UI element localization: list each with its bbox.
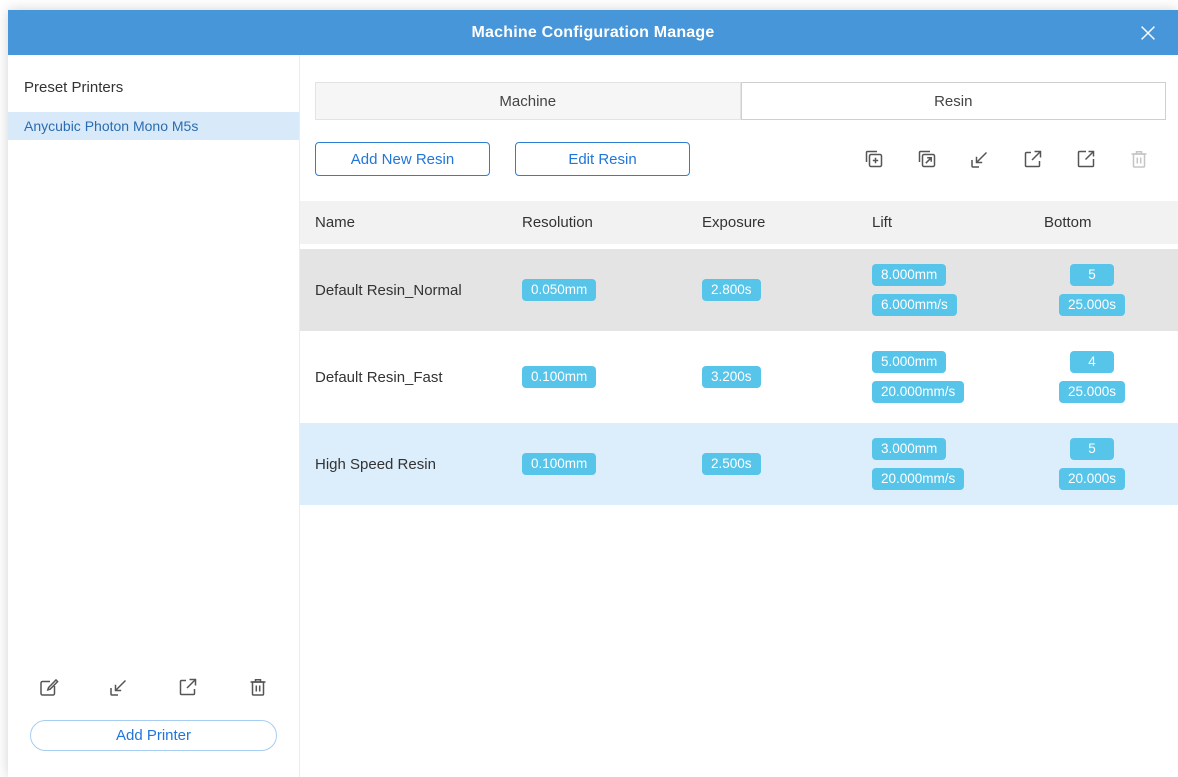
duplicate-icon: [915, 147, 939, 171]
bottom-layers-badge: 5: [1070, 264, 1114, 286]
tab-machine[interactable]: Machine: [315, 82, 741, 120]
resin-table-header: Name Resolution Exposure Lift Bottom: [300, 201, 1178, 244]
trash-icon: [1127, 147, 1151, 171]
preset-printers-heading: Preset Printers: [24, 79, 124, 96]
exposure-badge: 3.200s: [702, 366, 761, 388]
edit-printer-button[interactable]: [36, 674, 62, 700]
bottom-exposure-badge: 25.000s: [1058, 294, 1126, 316]
trash-icon: [246, 675, 270, 699]
add-printer-button[interactable]: Add Printer: [30, 720, 277, 751]
resolution-badge: 0.100mm: [522, 453, 597, 475]
col-header-resolution: Resolution: [522, 214, 593, 231]
resin-name: Default Resin_Fast: [315, 368, 443, 386]
delete-resin-button[interactable]: [1126, 146, 1152, 172]
export-printer-button[interactable]: [175, 674, 201, 700]
edit-resin-button[interactable]: Edit Resin: [515, 142, 690, 176]
resin-toolbar: [861, 146, 1152, 172]
tab-bar: Machine Resin: [315, 82, 1166, 120]
bottom-badges: 4 25.000s: [1044, 351, 1140, 403]
bottom-badges: 5 25.000s: [1044, 264, 1140, 316]
dialog-title: Machine Configuration Manage: [471, 23, 715, 41]
duplicate-resin-button[interactable]: [914, 146, 940, 172]
tab-resin[interactable]: Resin: [740, 82, 1166, 120]
delete-printer-button[interactable]: [245, 674, 271, 700]
bottom-layers-badge: 5: [1070, 438, 1114, 460]
lift-distance-badge: 5.000mm: [872, 351, 947, 373]
close-button[interactable]: [1134, 19, 1162, 47]
screen: Machine Configuration Manage Preset Prin…: [0, 0, 1178, 777]
col-header-bottom: Bottom: [1044, 214, 1092, 231]
import-icon: [107, 675, 131, 699]
share-resin-button[interactable]: [1073, 146, 1099, 172]
import-printer-button[interactable]: [106, 674, 132, 700]
bottom-badges: 5 20.000s: [1044, 438, 1140, 490]
sidebar-bottom: Add Printer: [8, 674, 299, 777]
edit-icon: [37, 675, 61, 699]
resin-name: High Speed Resin: [315, 455, 436, 473]
resin-actions-row: Add New Resin Edit Resin: [315, 142, 1152, 176]
lift-badges: 5.000mm 20.000mm/s: [872, 351, 1044, 403]
machine-config-dialog: Machine Configuration Manage Preset Prin…: [8, 10, 1178, 777]
col-header-lift: Lift: [872, 214, 893, 231]
resolution-badge: 0.100mm: [522, 366, 597, 388]
bottom-exposure-badge: 20.000s: [1058, 468, 1126, 490]
import-resin-button[interactable]: [967, 146, 993, 172]
resin-table: Name Resolution Exposure Lift Bottom Def…: [300, 196, 1178, 505]
bottom-exposure-badge: 25.000s: [1058, 381, 1126, 403]
col-header-exposure: Exposure: [702, 214, 766, 231]
lift-speed-badge: 20.000mm/s: [872, 468, 965, 490]
preset-printers-sidebar: Preset Printers Anycubic Photon Mono M5s: [8, 55, 300, 777]
lift-badges: 3.000mm 20.000mm/s: [872, 438, 1044, 490]
resin-name: Default Resin_Normal: [315, 281, 462, 299]
import-icon: [968, 147, 992, 171]
add-new-resin-button[interactable]: Add New Resin: [315, 142, 490, 176]
lift-speed-badge: 20.000mm/s: [872, 381, 965, 403]
open-external-icon: [1021, 147, 1045, 171]
share-icon: [1074, 147, 1098, 171]
lift-distance-badge: 3.000mm: [872, 438, 947, 460]
add-copy-icon: [862, 147, 886, 171]
dialog-header: Machine Configuration Manage: [8, 10, 1178, 55]
sidebar-toolbar: [30, 674, 277, 720]
exposure-badge: 2.500s: [702, 453, 761, 475]
main-panel: Machine Resin Add New Resin Edit Resin N…: [300, 55, 1178, 777]
lift-speed-badge: 6.000mm/s: [872, 294, 957, 316]
open-external-resin-button[interactable]: [1020, 146, 1046, 172]
add-copy-resin-button[interactable]: [861, 146, 887, 172]
resin-row-default-normal[interactable]: Default Resin_Normal 0.050mm 2.800s 8.00…: [300, 249, 1178, 331]
close-icon: [1137, 22, 1159, 44]
lift-distance-badge: 8.000mm: [872, 264, 947, 286]
col-header-name: Name: [315, 214, 356, 231]
dialog-body: Preset Printers Anycubic Photon Mono M5s: [8, 55, 1178, 777]
lift-badges: 8.000mm 6.000mm/s: [872, 264, 1044, 316]
printer-item-selected[interactable]: Anycubic Photon Mono M5s: [8, 112, 299, 140]
resin-row-high-speed[interactable]: High Speed Resin 0.100mm 2.500s 3.000mm …: [300, 423, 1178, 505]
bottom-layers-badge: 4: [1070, 351, 1114, 373]
export-icon: [176, 675, 200, 699]
exposure-badge: 2.800s: [702, 279, 761, 301]
resolution-badge: 0.050mm: [522, 279, 597, 301]
resin-row-default-fast[interactable]: Default Resin_Fast 0.100mm 3.200s 5.000m…: [300, 336, 1178, 418]
